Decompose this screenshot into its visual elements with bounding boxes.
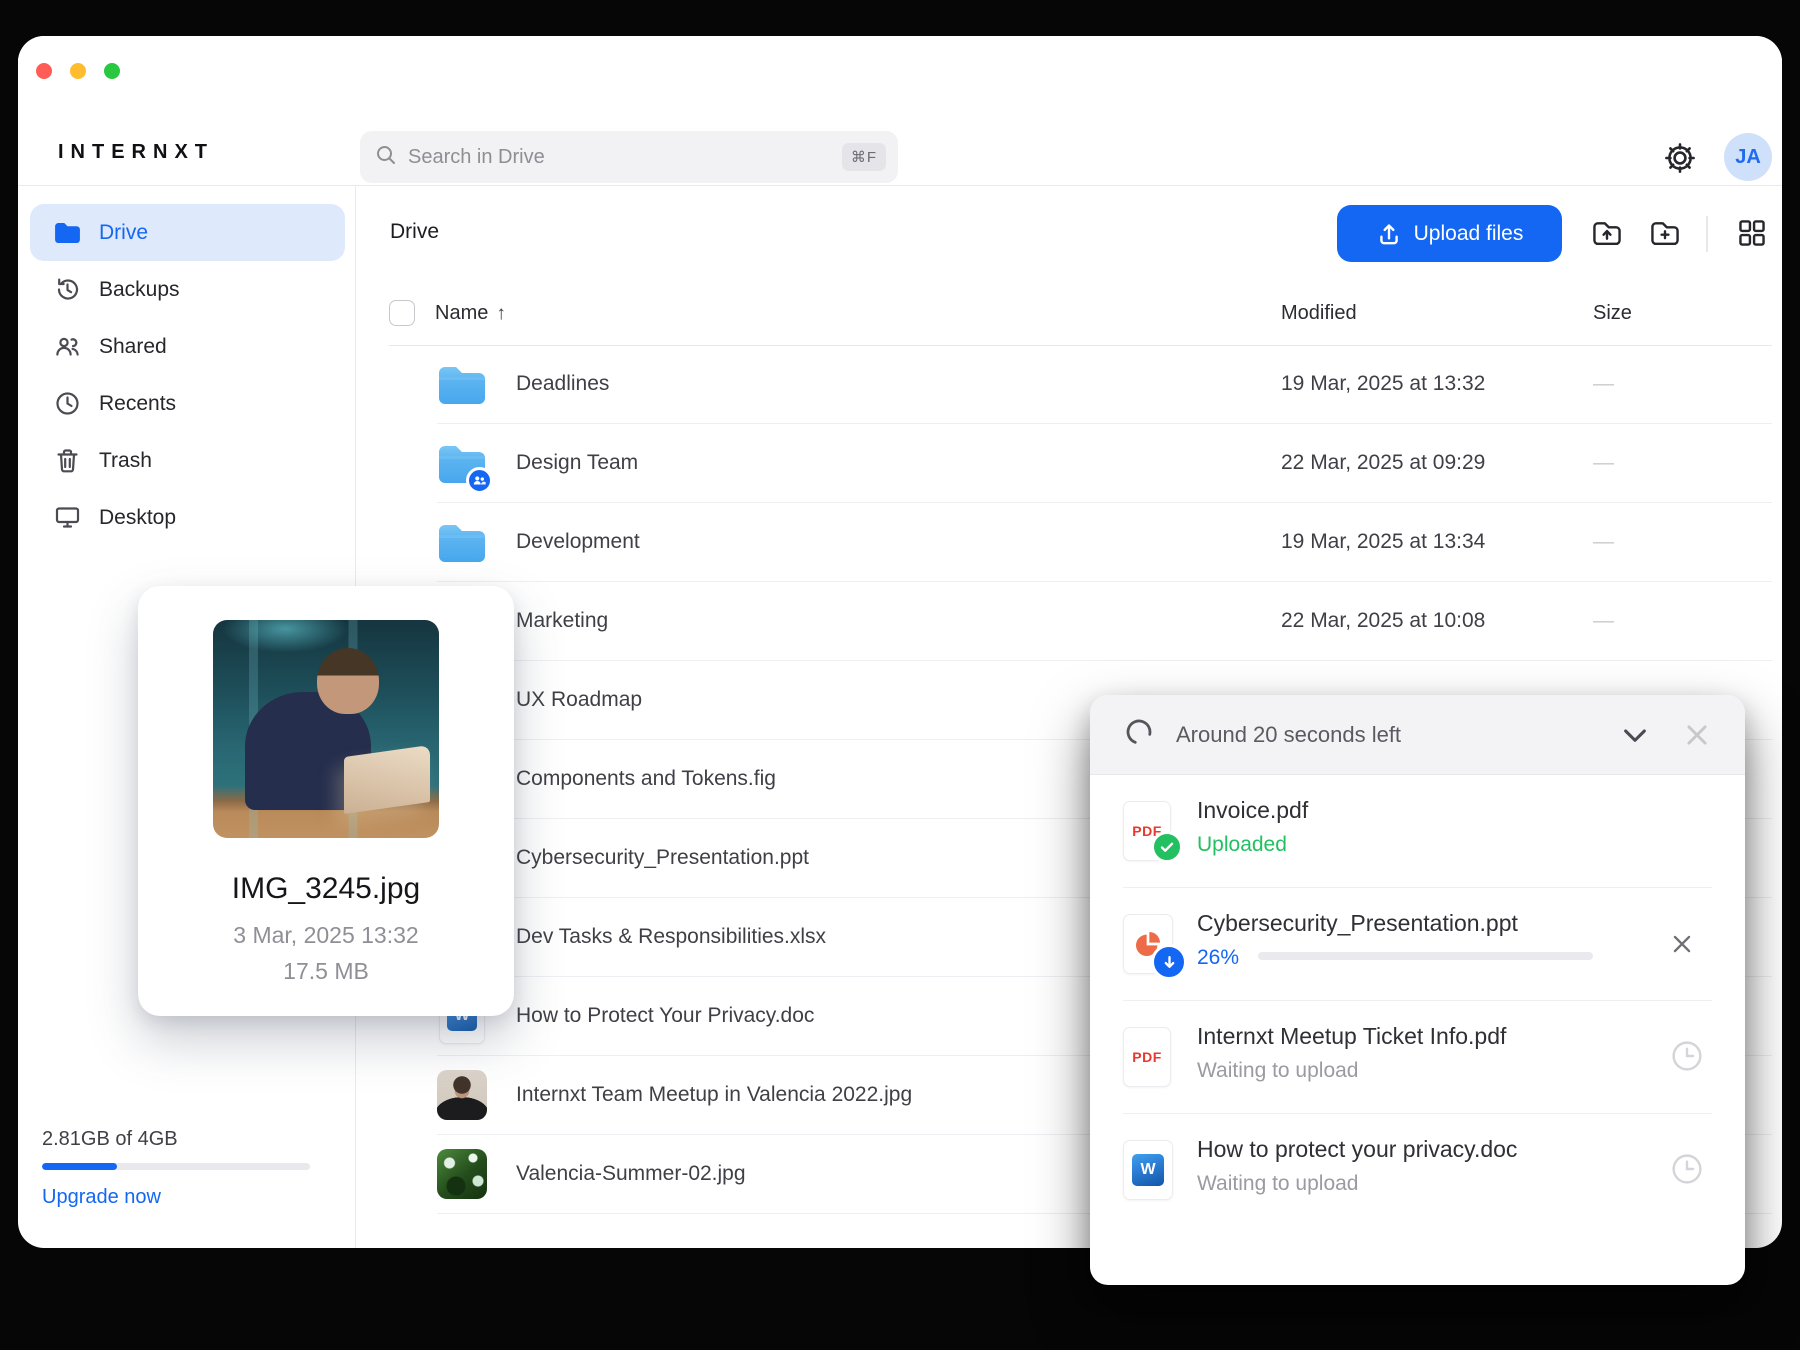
upgrade-now-link[interactable]: Upgrade now: [42, 1186, 312, 1209]
upload-item-meetup-ticket: PDF Internxt Meetup Ticket Info.pdf Wait…: [1123, 1001, 1712, 1114]
app-window: INTERNXT Search in Drive ⌘F JA Drive Bac…: [18, 36, 1782, 1285]
waiting-clock-icon: [1670, 1039, 1704, 1078]
folder-icon: [437, 358, 487, 410]
preview-date: 3 Mar, 2025 13:32: [233, 922, 419, 948]
select-all-checkbox[interactable]: [389, 300, 415, 326]
storage-widget: 2.81GB of 4GB Upgrade now: [42, 1128, 312, 1209]
upload-item-cybersecurity: Cybersecurity_Presentation.ppt 26%: [1123, 888, 1712, 1001]
user-avatar[interactable]: JA: [1724, 133, 1772, 181]
search-icon: [374, 143, 398, 172]
shared-badge-icon: [466, 467, 493, 494]
minimize-window-button[interactable]: [70, 63, 86, 79]
column-header-modified: Modified: [1281, 302, 1357, 324]
table-row-marketing[interactable]: Marketing 22 Mar, 2025 at 10:08 —: [437, 582, 1772, 661]
upload-progress-bar: [1258, 952, 1593, 960]
search-input[interactable]: Search in Drive ⌘F: [360, 131, 898, 183]
storage-meter: [42, 1163, 310, 1170]
collapse-toast-button[interactable]: [1615, 715, 1655, 755]
drive-folder-icon: [54, 219, 81, 246]
sidebar-item-label: Drive: [99, 220, 149, 244]
sidebar-item-trash[interactable]: Trash: [30, 432, 345, 489]
preview-photo-laptop: [344, 744, 430, 814]
table-row-deadlines[interactable]: Deadlines 19 Mar, 2025 at 13:32 —: [437, 345, 1772, 424]
sidebar-item-shared[interactable]: Shared: [30, 318, 345, 375]
waiting-clock-icon: [1670, 1152, 1704, 1191]
column-header-size: Size: [1593, 302, 1632, 324]
toast-status-text: Around 20 seconds left: [1176, 721, 1402, 747]
zoom-window-button[interactable]: [104, 63, 120, 79]
desktop-monitor-icon: [54, 504, 81, 531]
internxt-logo: INTERNXT: [58, 141, 214, 163]
preview-size: 17.5 MB: [283, 958, 369, 984]
preview-photo: [213, 620, 439, 838]
trash-icon: [54, 447, 81, 474]
table-row-design-team[interactable]: Design Team 22 Mar, 2025 at 09:29 —: [437, 424, 1772, 503]
uploaded-check-icon: [1151, 831, 1183, 863]
search-placeholder: Search in Drive: [408, 145, 545, 168]
pdf-file-icon: PDF: [1123, 1027, 1171, 1087]
shared-folder-icon: [437, 437, 493, 494]
chevron-down-icon: [1624, 728, 1646, 742]
close-toast-button[interactable]: [1677, 715, 1717, 755]
sidebar-item-label: Recents: [99, 391, 177, 415]
sidebar-item-desktop[interactable]: Desktop: [30, 489, 345, 546]
window-controls: [36, 63, 120, 79]
clock-icon: [54, 390, 81, 417]
table-header: Name ↑ Modified Size: [356, 186, 1772, 346]
search-shortcut-badge: ⌘F: [841, 143, 886, 171]
upload-progress-toast: Around 20 seconds left PDF Invoice.pdf U…: [1090, 695, 1745, 1285]
backups-history-icon: [54, 276, 81, 303]
gear-icon: [1665, 143, 1695, 173]
table-row-development[interactable]: Development 19 Mar, 2025 at 13:34 —: [437, 503, 1772, 582]
close-window-button[interactable]: [36, 63, 52, 79]
sidebar-item-drive[interactable]: Drive: [30, 204, 345, 261]
file-preview-card: IMG_3245.jpg 3 Mar, 2025 13:32 17.5 MB: [138, 586, 514, 1016]
settings-button[interactable]: [1662, 140, 1698, 176]
photo-thumbnail: [437, 1148, 487, 1200]
close-icon: [1687, 724, 1707, 745]
sidebar-item-label: Backups: [99, 277, 180, 301]
photo-thumbnail: [437, 1069, 487, 1121]
cancel-upload-button[interactable]: [1662, 924, 1702, 964]
close-icon: [1673, 935, 1691, 953]
sidebar-item-recents[interactable]: Recents: [30, 375, 345, 432]
sort-ascending-icon: ↑: [496, 303, 506, 324]
toast-header: Around 20 seconds left: [1090, 695, 1745, 775]
sidebar-item-label: Shared: [99, 334, 167, 358]
word-file-icon: W: [1123, 1140, 1173, 1200]
upload-percent: 26%: [1197, 946, 1240, 969]
upload-item-privacy-doc: W How to protect your privacy.doc Waitin…: [1123, 1114, 1712, 1227]
upload-item-invoice: PDF Invoice.pdf Uploaded: [1123, 775, 1712, 888]
shared-people-icon: [54, 333, 81, 360]
column-header-name[interactable]: Name ↑: [435, 302, 506, 325]
spinner-icon: [1124, 717, 1154, 752]
uploading-arrow-icon: [1151, 944, 1187, 980]
top-bar: INTERNXT Search in Drive ⌘F JA: [18, 36, 1782, 186]
storage-meter-fill: [42, 1163, 118, 1170]
sidebar-item-label: Trash: [99, 448, 152, 472]
folder-icon: [437, 516, 487, 568]
storage-usage-text: 2.81GB of 4GB: [42, 1128, 178, 1150]
sidebar-item-backups[interactable]: Backups: [30, 261, 345, 318]
sidebar-item-label: Desktop: [99, 505, 177, 529]
preview-filename: IMG_3245.jpg: [231, 872, 421, 905]
